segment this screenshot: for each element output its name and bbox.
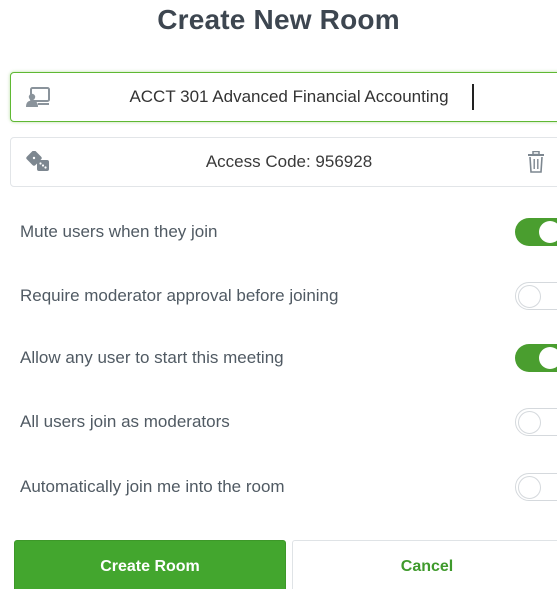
room-name-input[interactable]	[61, 73, 517, 120]
dice-icon	[25, 150, 51, 173]
option-anyone-can-start: Allow any user to start this meeting	[20, 341, 557, 375]
option-label: All users join as moderators	[20, 412, 230, 431]
auto-join-toggle[interactable]	[515, 473, 557, 501]
all-moderators-toggle[interactable]	[515, 408, 557, 436]
option-all-moderators: All users join as moderators	[20, 405, 557, 439]
option-require-approval: Require moderator approval before joinin…	[20, 279, 557, 313]
text-cursor	[472, 84, 474, 110]
toggle-knob	[539, 347, 557, 369]
access-code-field: Access Code: 956928	[10, 137, 557, 187]
dialog-title: Create New Room	[157, 4, 400, 35]
option-mute-on-join: Mute users when they join	[20, 215, 557, 249]
create-room-dialog: Create New Room Access Code: 95	[0, 0, 557, 589]
access-code-text: Access Code: 956928	[205, 152, 373, 171]
require-approval-toggle[interactable]	[515, 282, 557, 310]
option-auto-join: Automatically join me into the room	[20, 470, 557, 504]
toggle-knob	[539, 221, 557, 243]
mute-on-join-toggle[interactable]	[515, 218, 557, 246]
anyone-can-start-toggle[interactable]	[515, 344, 557, 372]
option-label: Automatically join me into the room	[20, 477, 285, 496]
create-room-button[interactable]: Create Room	[14, 540, 286, 589]
cancel-button[interactable]: Cancel	[292, 540, 557, 589]
trash-icon[interactable]	[527, 150, 545, 173]
room-presentation-icon	[25, 86, 51, 108]
option-label: Mute users when they join	[20, 222, 218, 241]
option-label: Allow any user to start this meeting	[20, 348, 284, 367]
toggle-knob	[518, 410, 541, 434]
toggle-knob	[518, 284, 541, 308]
option-label: Require moderator approval before joinin…	[20, 286, 339, 305]
toggle-knob	[518, 475, 541, 499]
room-name-field[interactable]	[10, 72, 557, 122]
